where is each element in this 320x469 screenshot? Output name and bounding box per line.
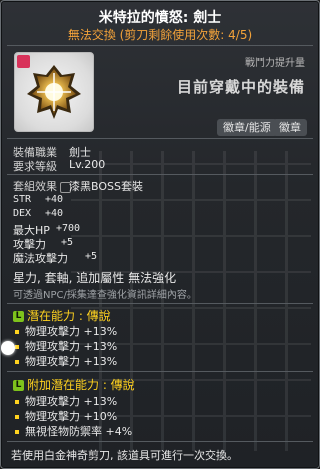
stat-label: STR	[13, 194, 32, 205]
potential-line: 物理攻擊力 +13%	[15, 338, 117, 354]
potential-line-text: 物理攻擊力 +13%	[25, 340, 118, 353]
potential-line-text: 物理攻擊力 +13%	[25, 355, 118, 368]
set-marker-icon	[17, 55, 30, 68]
tag-badge: 徽章	[273, 119, 307, 136]
stat-value: +40	[45, 208, 64, 219]
footer-note: 若使用白金神奇剪刀, 該道具可進行一次交換。	[11, 449, 238, 462]
legendary-badge-icon: L	[13, 380, 24, 391]
divider	[7, 371, 313, 372]
additional-potential-line: 無視怪物防禦率 +4%	[15, 423, 132, 439]
stat-value: +5	[85, 251, 98, 262]
additional-potential-line: 物理攻擊力 +10%	[15, 408, 117, 424]
enhance-restriction: 星力, 套軸, 追加屬性 無法強化	[13, 271, 177, 285]
potential-line: 物理攻擊力 +13%	[15, 323, 117, 339]
bullet-icon	[15, 415, 19, 419]
additional-potential-line-text: 物理攻擊力 +10%	[25, 410, 118, 423]
equipped-indicator: 目前穿戴中的裝備	[176, 78, 305, 96]
stat-label: DEX	[13, 208, 32, 219]
level-value: Lv.200	[69, 158, 106, 171]
additional-potential-line: 物理攻擊力 +13%	[15, 393, 117, 409]
stat-value: +700	[56, 223, 81, 234]
potential-header: L 潛在能力 : 傳說	[13, 307, 111, 324]
tag-badge-energy: 徽章/能源	[217, 119, 277, 136]
cursor-sparkle-icon	[1, 341, 15, 355]
divider	[7, 303, 313, 304]
divider	[7, 138, 313, 139]
potential-line-text: 物理攻擊力 +13%	[25, 325, 118, 338]
divider	[7, 45, 313, 46]
divider	[7, 174, 313, 175]
additional-potential-title: 附加潛在能力 : 傳說	[27, 378, 135, 392]
set-effect-value: 漆黑BOSS套裝	[69, 180, 143, 193]
set-effect-row: 套組效果	[13, 178, 71, 194]
additional-potential-header: L 附加潛在能力 : 傳說	[13, 376, 135, 393]
legendary-badge-icon: L	[13, 311, 24, 322]
trade-status: 無法交換 (剪刀剩餘使用次數: 4/5)	[67, 28, 253, 42]
npc-hint: 可透過NPC/採集達查強化資訊詳細內容。	[13, 290, 197, 301]
potential-title: 潛在能力 : 傳說	[27, 309, 111, 323]
combat-power-label: 戰鬥力提升量	[245, 58, 305, 69]
additional-potential-line-text: 物理攻擊力 +13%	[25, 395, 118, 408]
additional-potential-line-text: 無視怪物防禦率 +4%	[25, 425, 133, 438]
bullet-icon	[15, 430, 19, 434]
stat-value: +5	[61, 237, 74, 248]
bullet-icon	[15, 360, 19, 364]
bullet-icon	[15, 400, 19, 404]
item-icon-frame	[14, 52, 94, 132]
set-effect-label: 套組效果	[13, 180, 57, 193]
emblem-icon	[27, 65, 81, 119]
item-tooltip: 米特拉的憤怒: 劍士 無法交換 (剪刀剩餘使用次數: 4/5) 戰鬥力提升量 目…	[0, 0, 320, 469]
bullet-icon	[15, 345, 19, 349]
bullet-icon	[15, 330, 19, 334]
potential-line: 物理攻擊力 +13%	[15, 353, 117, 369]
stat-label: 魔法攻擊力	[13, 252, 68, 265]
stat-value: +40	[45, 194, 64, 205]
item-title: 米特拉的憤怒: 劍士	[98, 10, 222, 26]
level-label: 要求等級	[13, 160, 57, 173]
divider	[7, 441, 313, 442]
